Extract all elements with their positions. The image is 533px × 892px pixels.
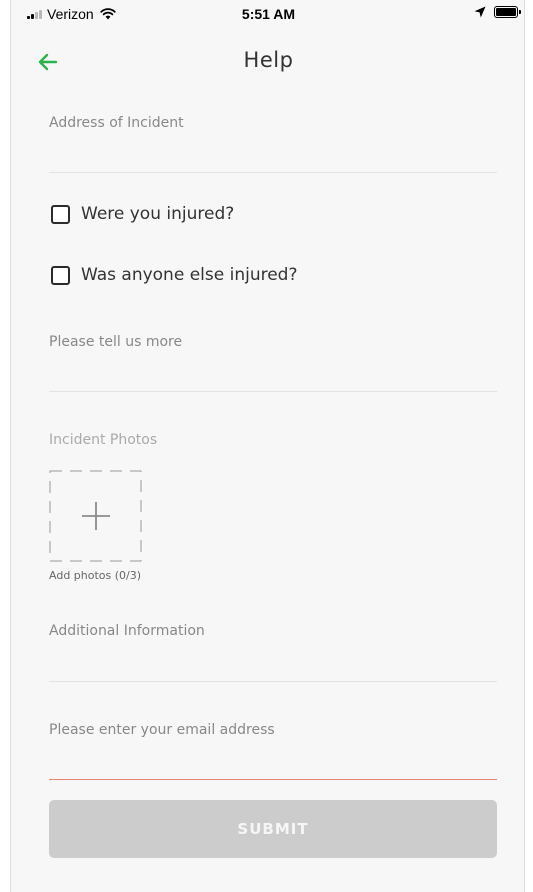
help-screen: Verizon 5:51 AM Help Address of Incident… xyxy=(10,0,525,892)
page-title: Help xyxy=(243,48,294,72)
photo-count-caption: Add photos (0/3) xyxy=(49,569,142,582)
status-bar: Verizon 5:51 AM xyxy=(11,0,524,28)
battery-icon xyxy=(494,6,521,18)
injured-self-checkbox[interactable]: Were you injured? xyxy=(51,204,234,224)
checkbox-box[interactable] xyxy=(51,265,70,285)
submit-button[interactable]: SUBMIT xyxy=(49,800,497,858)
add-photo-button[interactable] xyxy=(49,470,142,562)
location-arrow-icon xyxy=(474,6,486,18)
injured-other-checkbox[interactable]: Was anyone else injured? xyxy=(51,265,297,285)
address-underline xyxy=(49,172,497,173)
checkbox-label: Were you injured? xyxy=(81,204,235,224)
status-time: 5:51 AM xyxy=(241,6,296,22)
additional-info-input[interactable]: Additional Information xyxy=(49,623,205,639)
address-input[interactable]: Address of Incident xyxy=(49,115,184,131)
additional-info-underline xyxy=(49,681,497,682)
email-field[interactable]: Please enter your email address xyxy=(49,722,275,738)
status-right xyxy=(474,6,521,18)
plus-icon xyxy=(82,502,110,530)
more-info-underline xyxy=(49,391,497,392)
checkbox-box[interactable] xyxy=(51,204,70,224)
photos-label: Incident Photos xyxy=(49,432,158,448)
nav-bar: Help xyxy=(11,40,524,84)
email-underline-error xyxy=(49,779,497,780)
checkbox-label: Was anyone else injured? xyxy=(81,265,298,285)
more-info-input[interactable]: Please tell us more xyxy=(49,334,182,350)
